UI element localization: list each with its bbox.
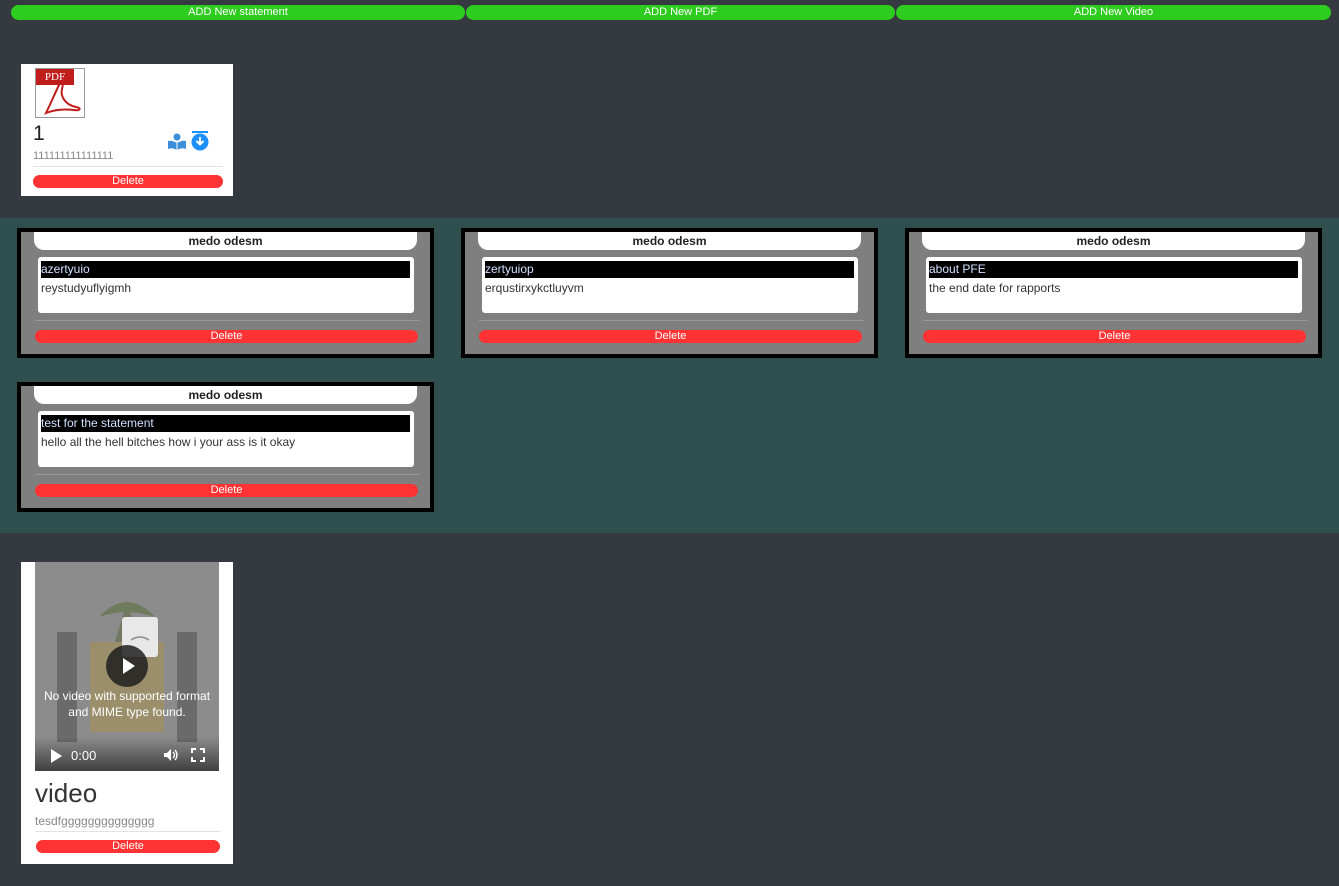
pdf-card: PDF 1 111111111111111 Delete	[21, 64, 233, 196]
acrobat-logo-icon	[43, 81, 81, 115]
statement-subject: zertyuiop	[485, 261, 854, 278]
statement-delete-button[interactable]: Delete	[479, 330, 862, 343]
statement-author: medo odesm	[34, 386, 417, 404]
statement-subject: azertyuio	[41, 261, 410, 278]
divider	[33, 166, 223, 167]
download-icon[interactable]	[189, 130, 211, 152]
statement-body: about PFE the end date for rapports	[926, 257, 1302, 313]
statements-section: medo odesm azertyuio reystudyuflyigmh De…	[0, 218, 1339, 533]
statement-body: zertyuiop erqustirxykctluyvm	[482, 257, 858, 313]
divider	[923, 320, 1308, 321]
statement-card: medo odesm azertyuio reystudyuflyigmh De…	[17, 228, 434, 358]
video-delete-button[interactable]: Delete	[36, 840, 220, 853]
statement-subject: test for the statement	[41, 415, 410, 432]
statement-author: medo odesm	[34, 232, 417, 250]
statement-text: the end date for rapports	[929, 281, 1061, 295]
video-description: tesdfgggggggggggggg	[35, 814, 155, 828]
video-card: No video with supported format and MIME …	[21, 562, 233, 864]
statement-subject: about PFE	[929, 261, 1298, 278]
video-time: 0:00	[71, 748, 97, 763]
statement-author: medo odesm	[922, 232, 1305, 250]
statement-body: azertyuio reystudyuflyigmh	[38, 257, 414, 313]
pdf-file-icon: PDF	[35, 68, 85, 118]
volume-icon[interactable]	[163, 748, 179, 762]
add-video-button[interactable]: ADD New Video	[896, 5, 1331, 20]
pdf-delete-button[interactable]: Delete	[33, 175, 223, 188]
video-controls: 0:00	[35, 737, 219, 771]
statement-text: reystudyuflyigmh	[41, 281, 132, 295]
statement-delete-button[interactable]: Delete	[35, 484, 418, 497]
video-title: video	[35, 778, 98, 808]
statement-card: medo odesm zertyuiop erqustirxykctluyvm …	[461, 228, 878, 358]
divider	[479, 320, 864, 321]
fullscreen-icon[interactable]	[191, 748, 205, 762]
pdf-title: 1	[33, 122, 45, 145]
play-overlay-icon[interactable]	[106, 645, 148, 687]
statement-author: medo odesm	[478, 232, 861, 250]
video-error-message: No video with supported format and MIME …	[43, 689, 211, 719]
statement-text: hello all the hell bitches how i your as…	[41, 435, 296, 449]
pdf-description: 111111111111111	[33, 150, 114, 162]
divider	[35, 831, 220, 832]
divider	[35, 474, 420, 475]
statement-card: medo odesm test for the statement hello …	[17, 382, 434, 512]
add-statement-button[interactable]: ADD New statement	[11, 5, 465, 20]
read-book-icon[interactable]	[167, 132, 187, 152]
play-icon[interactable]	[51, 749, 62, 763]
statement-card: medo odesm about PFE the end date for ra…	[905, 228, 1322, 358]
statement-text: erqustirxykctluyvm	[485, 281, 584, 295]
video-player[interactable]: No video with supported format and MIME …	[35, 562, 219, 771]
statement-body: test for the statement hello all the hel…	[38, 411, 414, 467]
add-pdf-button[interactable]: ADD New PDF	[466, 5, 895, 20]
statement-delete-button[interactable]: Delete	[35, 330, 418, 343]
divider	[35, 320, 420, 321]
statement-delete-button[interactable]: Delete	[923, 330, 1306, 343]
